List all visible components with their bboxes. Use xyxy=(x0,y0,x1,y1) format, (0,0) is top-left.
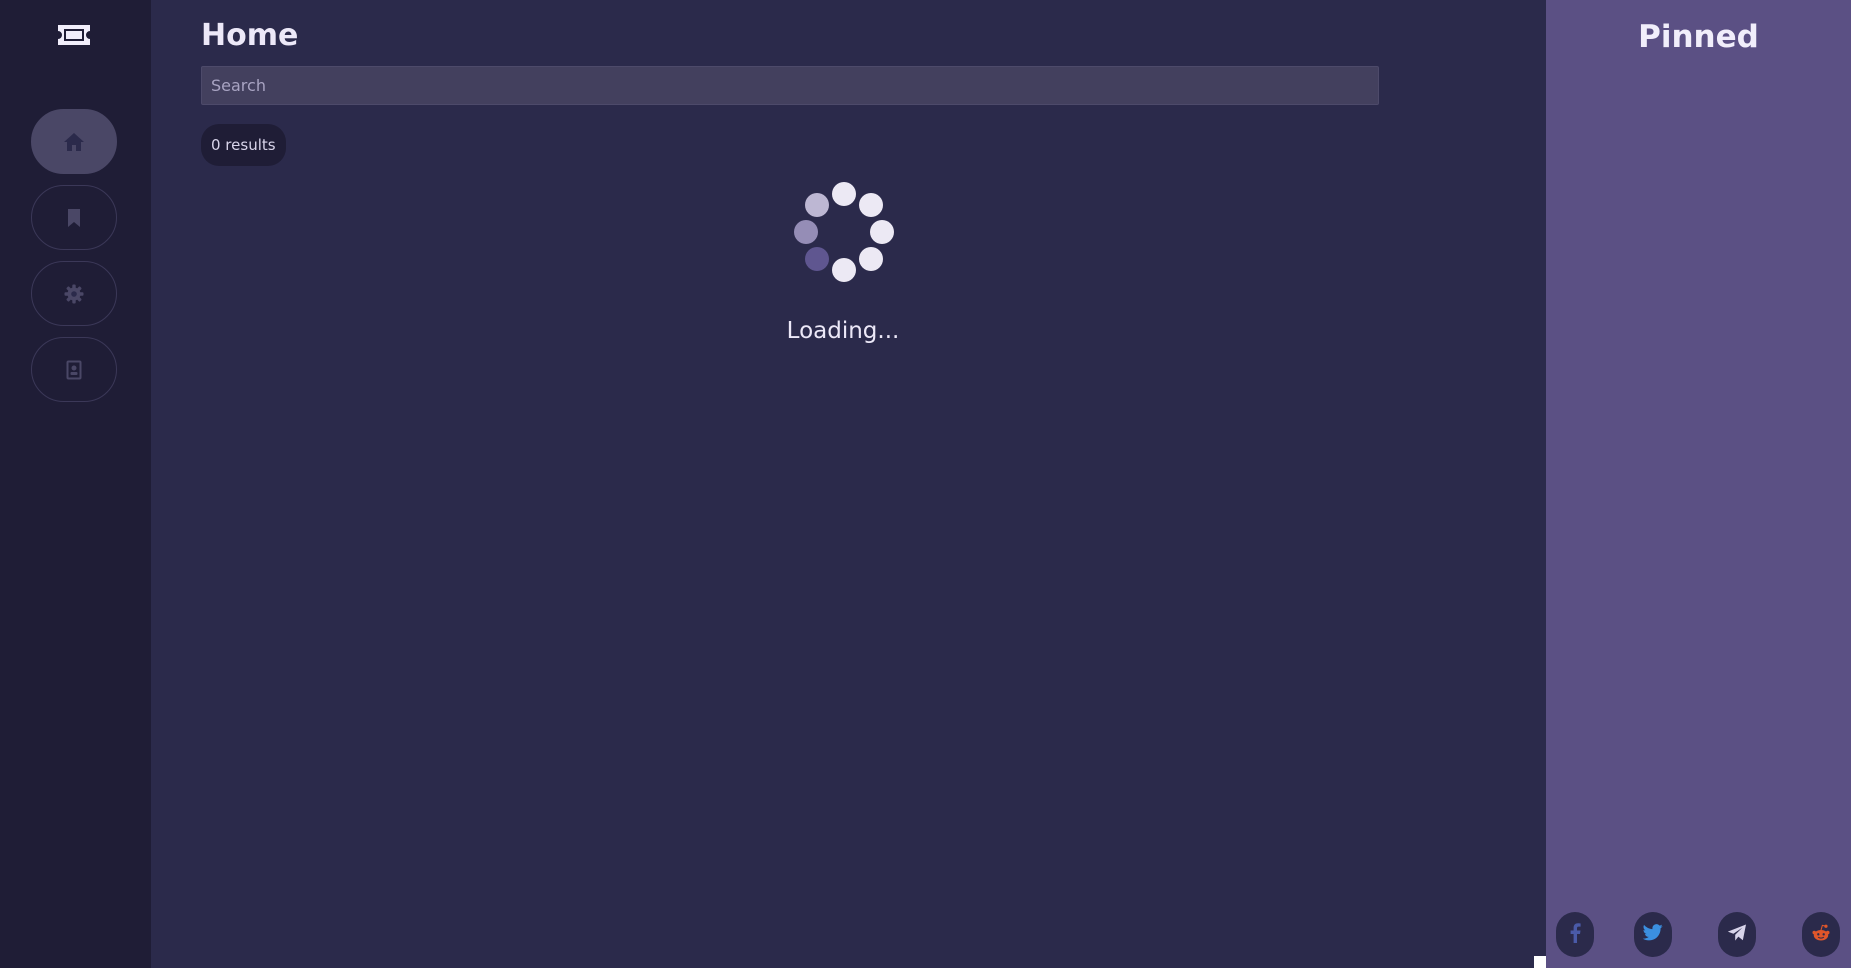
telegram-icon xyxy=(1727,923,1747,946)
app-window: Home 0 results Loading... Pinned xyxy=(0,0,1851,968)
spinner-dot xyxy=(832,182,856,206)
pinned-panel: Pinned xyxy=(1546,0,1851,968)
spinner-dot xyxy=(794,220,818,244)
loading-label: Loading... xyxy=(786,318,900,344)
home-icon xyxy=(63,132,85,152)
search-input[interactable] xyxy=(201,66,1379,105)
spinner-dot xyxy=(805,247,829,271)
spinner-dot xyxy=(859,247,883,271)
results-count-badge: 0 results xyxy=(201,124,286,166)
spinner-dot xyxy=(859,193,883,217)
page-title: Home xyxy=(201,18,299,53)
share-telegram-button[interactable] xyxy=(1718,912,1756,957)
bookmark-icon xyxy=(67,208,81,228)
contact-card-icon xyxy=(66,360,82,380)
sidebar-item-bookmarks[interactable] xyxy=(31,185,117,250)
sidebar xyxy=(0,0,151,968)
sidebar-item-settings[interactable] xyxy=(31,261,117,326)
sidebar-item-home[interactable] xyxy=(31,109,117,174)
ticket-icon[interactable] xyxy=(55,22,93,48)
gear-icon xyxy=(64,284,84,304)
twitter-icon xyxy=(1642,924,1663,945)
spinner-dot xyxy=(805,193,829,217)
spinner-dot xyxy=(870,220,894,244)
main-content: Home 0 results Loading... xyxy=(151,0,1546,968)
facebook-icon xyxy=(1569,922,1581,947)
share-reddit-button[interactable] xyxy=(1802,912,1840,957)
scroll-corner xyxy=(1534,956,1546,968)
spinner-dot xyxy=(832,258,856,282)
share-twitter-button[interactable] xyxy=(1634,912,1672,957)
sidebar-item-contacts[interactable] xyxy=(31,337,117,402)
loading-spinner xyxy=(794,182,894,282)
share-facebook-button[interactable] xyxy=(1556,912,1594,957)
pinned-title: Pinned xyxy=(1638,19,1759,55)
reddit-icon xyxy=(1811,924,1831,946)
